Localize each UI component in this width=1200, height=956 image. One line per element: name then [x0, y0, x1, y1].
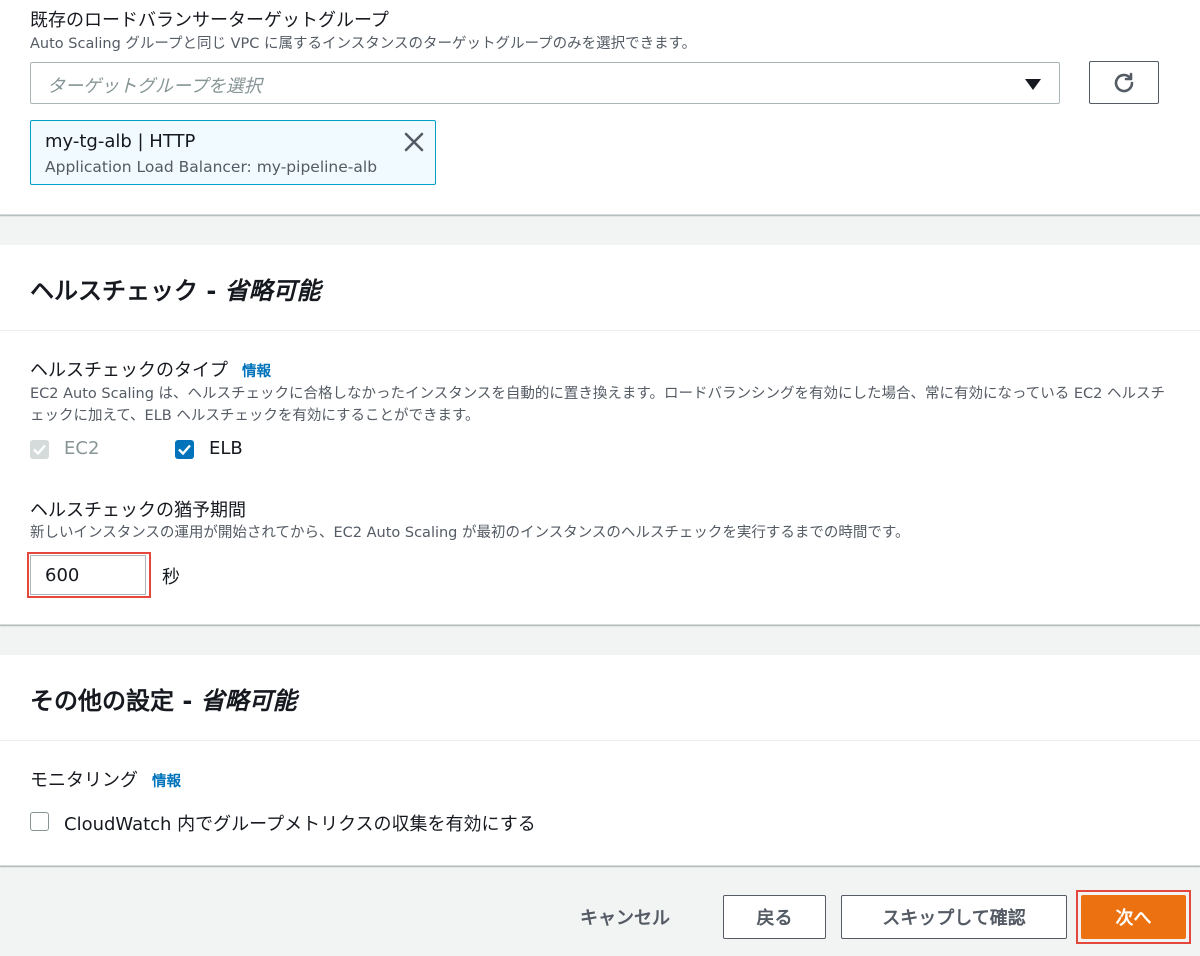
grace-period-label: ヘルスチェックの猶予期間 — [30, 500, 246, 521]
section-title: その他の設定 - 省略可能 — [30, 687, 297, 715]
health-check-type-description: EC2 Auto Scaling は、ヘルスチェックに合格しなかったインスタンス… — [30, 386, 1165, 424]
elb-checkbox-label: ELB — [209, 438, 243, 459]
check-icon — [33, 444, 46, 456]
refresh-button[interactable] — [1089, 61, 1159, 104]
ec2-checkbox — [30, 440, 49, 459]
token-title: my-tg-alb | HTTP — [45, 131, 196, 152]
check-icon — [178, 444, 191, 456]
target-group-select[interactable]: ターゲットグループを選択 — [30, 62, 1060, 104]
grace-period-highlight — [27, 552, 151, 598]
monitoring-label: モニタリング 情報 — [30, 770, 181, 791]
next-button-highlight — [1076, 890, 1191, 944]
close-icon[interactable] — [403, 131, 425, 157]
selected-target-group-token: my-tg-alb | HTTP Application Load Balanc… — [30, 120, 436, 185]
cloudwatch-checkbox-label: CloudWatch 内でグループメトリクスの収集を有効にする — [64, 814, 536, 835]
back-button[interactable]: 戻る — [723, 895, 826, 939]
grace-period-description: 新しいインスタンスの運用が開始されてから、EC2 Auto Scaling が最… — [30, 525, 910, 541]
info-link[interactable]: 情報 — [152, 774, 181, 790]
grace-period-unit: 秒 — [162, 567, 180, 588]
other-settings-header: その他の設定 - 省略可能 — [0, 655, 1200, 741]
ec2-checkbox-label: EC2 — [64, 438, 100, 459]
health-check-header: ヘルスチェック - 省略可能 — [0, 245, 1200, 331]
target-group-label: 既存のロードバランサーターゲットグループ — [30, 10, 389, 31]
skip-to-review-button[interactable]: スキップして確認 — [841, 895, 1067, 939]
elb-checkbox[interactable] — [175, 440, 194, 459]
token-subtitle: Application Load Balancer: my-pipeline-a… — [45, 158, 378, 176]
cloudwatch-checkbox[interactable] — [30, 812, 49, 831]
other-settings-panel: その他の設定 - 省略可能 モニタリング 情報 CloudWatch 内でグループ… — [0, 655, 1200, 866]
section-title: ヘルスチェック - 省略可能 — [30, 277, 321, 305]
target-group-description: Auto Scaling グループと同じ VPC に属するインスタンスのターゲッ… — [30, 36, 697, 52]
health-check-type-label: ヘルスチェックのタイプ 情報 — [30, 360, 271, 381]
info-link[interactable]: 情報 — [242, 364, 271, 380]
cancel-button[interactable]: キャンセル — [560, 895, 690, 939]
target-group-select-placeholder: ターゲットグループを選択 — [47, 76, 262, 97]
refresh-icon — [1114, 72, 1134, 93]
health-check-panel: ヘルスチェック - 省略可能 ヘルスチェックのタイプ 情報 EC2 Auto Sc… — [0, 245, 1200, 625]
target-group-panel: 既存のロードバランサーターゲットグループ Auto Scaling グループと同… — [0, 0, 1200, 215]
caret-down-icon — [1025, 79, 1041, 90]
